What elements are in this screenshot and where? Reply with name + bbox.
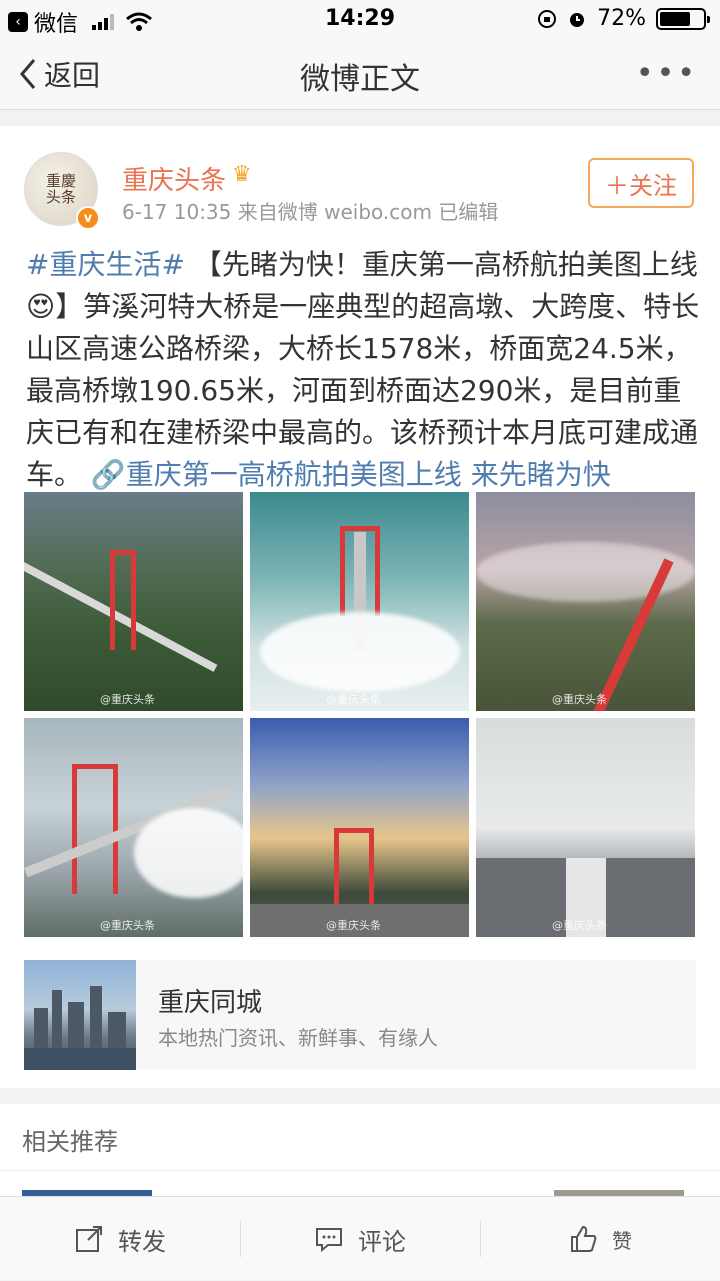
promo-card[interactable]: 重庆同城 本地热门资讯、新鲜事、有缘人 [24, 960, 696, 1070]
repost-icon [76, 1226, 102, 1252]
like-button[interactable]: 赞 [480, 1197, 720, 1281]
post-meta: 6-17 10:35 来自微博 weibo.com 已编辑 [122, 200, 499, 224]
more-menu-button[interactable]: ••• [636, 56, 698, 91]
post-body: 【先睹为快！重庆第一高桥航拍美图上线😍】笋溪河特大桥是一座典型的超高墩、大跨度、… [26, 248, 700, 491]
like-label: 赞 [612, 1228, 632, 1253]
status-bar: ‹ 微信 14:29 72% [0, 0, 720, 38]
follow-button[interactable]: ＋关注 [588, 158, 694, 208]
author-name[interactable]: 重庆头条 [122, 160, 226, 197]
photo-5[interactable]: @重庆头条 [250, 718, 469, 937]
comment-button[interactable]: 评论 [240, 1197, 480, 1281]
photo-4[interactable]: @重庆头条 [24, 718, 243, 937]
post-text: #重庆生活# 【先睹为快！重庆第一高桥航拍美图上线😍】笋溪河特大桥是一座典型的超… [26, 244, 702, 496]
verified-badge-icon: v [76, 206, 100, 230]
related-title: 相关推荐 [22, 1128, 118, 1156]
battery-icon [656, 7, 710, 30]
article-link[interactable]: 🔗重庆第一高桥航拍美图上线 来先睹为快 [91, 458, 611, 491]
photo-1[interactable]: @重庆头条 [24, 492, 243, 711]
battery-percent: 72% [597, 6, 646, 31]
alarm-icon [570, 12, 585, 27]
bottom-toolbar: 转发 评论 赞 [0, 1196, 720, 1280]
hashtag-link[interactable]: #重庆生活# [26, 248, 185, 281]
rotation-lock-icon [538, 9, 557, 28]
photo-2[interactable]: @重庆头条 [250, 492, 469, 711]
article-link-text: 重庆第一高桥航拍美图上线 来先睹为快 [125, 458, 611, 491]
photo-3[interactable]: @重庆头条 [476, 492, 695, 711]
photo-watermark: @重庆头条 [100, 919, 155, 932]
thumbs-up-icon [571, 1225, 597, 1252]
link-icon: 🔗 [90, 458, 126, 491]
page-title: 微博正文 [300, 62, 420, 97]
nav-bar: 返回 微博正文 ••• [0, 38, 720, 110]
promo-description: 本地热门资讯、新鲜事、有缘人 [158, 1026, 438, 1050]
vip-crown-icon: ♛ [232, 162, 252, 187]
comment-icon [316, 1228, 342, 1253]
photo-watermark: @重庆头条 [326, 919, 381, 932]
comment-label: 评论 [358, 1227, 406, 1256]
photo-watermark: @重庆头条 [552, 693, 607, 706]
repost-label: 转发 [118, 1227, 166, 1256]
photo-grid: @重庆头条 @重庆头条 @重庆头条 @重庆头条 @重庆头条 @重庆头条 [24, 492, 696, 937]
post-card: 重慶 头条 v 重庆头条 ♛ 6-17 10:35 来自微博 weibo.com … [0, 126, 720, 1088]
photo-watermark: @重庆头条 [100, 693, 155, 706]
promo-title: 重庆同城 [158, 988, 263, 1018]
repost-button[interactable]: 转发 [0, 1197, 240, 1281]
photo-watermark: @重庆头条 [552, 919, 607, 932]
photo-6[interactable]: @重庆头条 [476, 718, 695, 937]
photo-watermark: @重庆头条 [326, 693, 381, 706]
promo-thumbnail [24, 960, 136, 1070]
